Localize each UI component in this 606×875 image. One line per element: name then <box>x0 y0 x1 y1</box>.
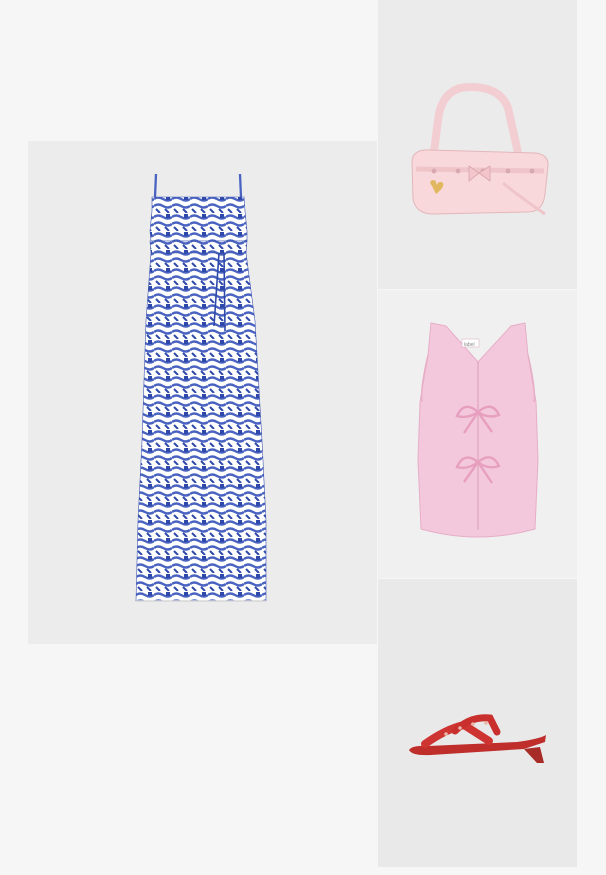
product-tile-shoe[interactable]: Red heeled mule sandal <box>378 579 577 867</box>
shoe-image <box>409 714 546 763</box>
dress-image <box>135 173 267 602</box>
top-image: label <box>417 322 539 538</box>
product-tile-top[interactable]: label Pink tie-front vest top <box>378 290 577 578</box>
bag-image <box>411 82 549 216</box>
product-tile-dress[interactable]: Blue printed maxi dress <box>28 141 377 644</box>
top-tag-label: label <box>464 342 475 348</box>
product-tile-bag[interactable]: Light pink shoulder bag <box>378 0 577 289</box>
